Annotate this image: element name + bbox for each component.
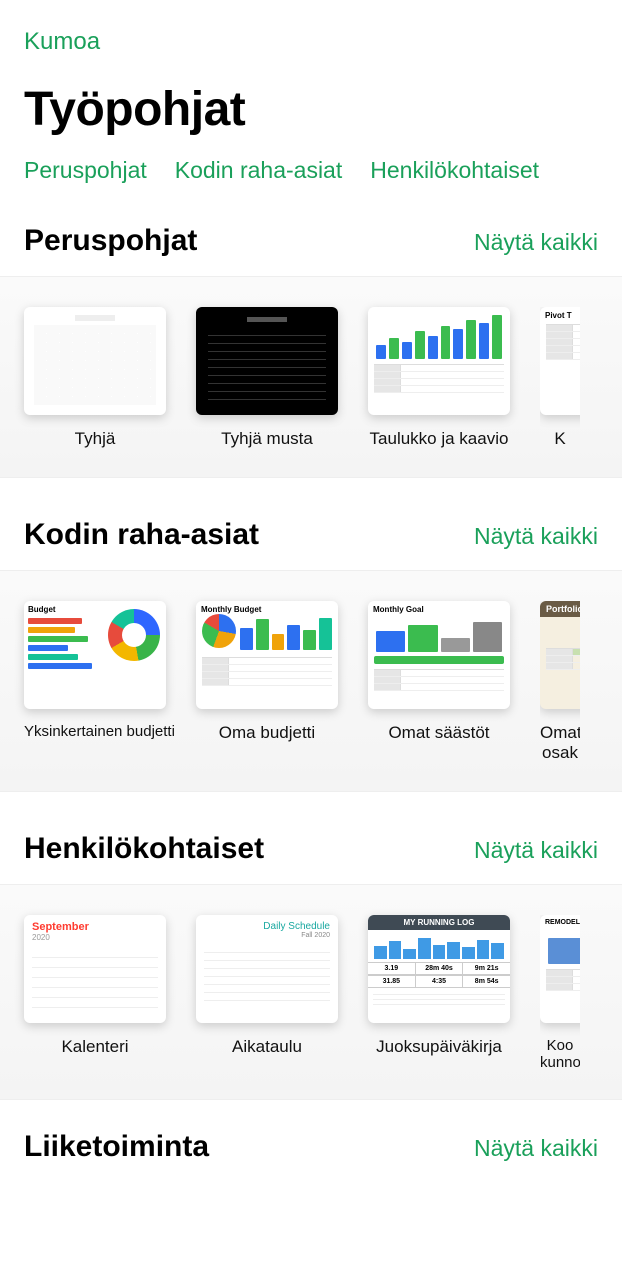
template-label: Kalenteri <box>24 1037 166 1057</box>
template-calendar[interactable]: September 2020 Kalenteri <box>24 915 166 1071</box>
tab-kodin-raha-asiat[interactable]: Kodin raha-asiat <box>175 157 343 184</box>
tab-peruspohjat[interactable]: Peruspohjat <box>24 157 147 184</box>
thumbnail-value: $143,541.32 <box>540 617 580 640</box>
thumbnail-month: September <box>32 921 158 933</box>
template-label: Omat osak <box>540 723 580 763</box>
template-label: Taulukko ja kaavio <box>368 429 510 449</box>
cancel-button[interactable]: Kumoa <box>24 28 598 56</box>
stat: 3.19 <box>368 963 416 974</box>
template-label: Juoksupäiväkirja <box>368 1037 510 1057</box>
thumbnail-title: Budget <box>28 605 95 614</box>
template-row[interactable]: September 2020 Kalenteri Daily Schedule … <box>0 884 622 1100</box>
thumbnail-title: Daily Schedule <box>204 921 330 932</box>
thumbnail-title: REMODEL : PROJECT BU <box>540 915 580 926</box>
tab-henkilokohtaiset[interactable]: Henkilökohtaiset <box>370 157 539 184</box>
stat: 31.85 <box>368 976 416 987</box>
template-monthly-budget[interactable]: Monthly Budget Oma budjetti <box>196 601 338 763</box>
template-pivot[interactable]: Pivot T K <box>540 307 580 449</box>
thumbnail-title: MY RUNNING LOG <box>368 915 510 930</box>
thumbnail-year: 2020 <box>32 933 158 942</box>
stat: 4:35 <box>416 976 464 987</box>
thumbnail-subtitle: Fall 2020 <box>204 932 330 939</box>
template-blank-black[interactable]: Tyhjä musta <box>196 307 338 449</box>
template-label: Tyhjä musta <box>196 429 338 449</box>
thumbnail-title: Portfolio <box>540 601 580 617</box>
template-blank[interactable]: Tyhjä <box>24 307 166 449</box>
stat: 8m 54s <box>463 976 510 987</box>
template-label: K <box>540 429 580 449</box>
section-title: Henkilökohtaiset <box>24 832 264 866</box>
template-thumbnail: Monthly Goal <box>368 601 510 709</box>
template-label: Oma budjetti <box>196 723 338 743</box>
template-thumbnail: REMODEL : PROJECT BU <box>540 915 580 1023</box>
show-all-button[interactable]: Näytä kaikki <box>474 523 598 550</box>
show-all-button[interactable]: Näytä kaikki <box>474 837 598 864</box>
template-running-log[interactable]: MY RUNNING LOG 3.19 28m 40s 9m 21s 31.85… <box>368 915 510 1071</box>
template-label: Tyhjä <box>24 429 166 449</box>
thumbnail-title: Pivot T <box>540 307 580 320</box>
template-monthly-goal[interactable]: Monthly Goal Omat säästöt <box>368 601 510 763</box>
stat: 28m 40s <box>416 963 464 974</box>
section-title: Kodin raha-asiat <box>24 518 259 552</box>
page-title: Työpohjat <box>24 82 598 137</box>
template-thumbnail: Portfolio $143,541.32 <box>540 601 580 709</box>
section-kodin-raha-asiat: Kodin raha-asiat Näytä kaikki Budget <box>0 518 622 792</box>
template-simple-budget[interactable]: Budget Yksinkertainen budjetti <box>24 601 166 763</box>
thumbnail-title: Monthly Goal <box>368 601 510 614</box>
section-peruspohjat: Peruspohjat Näytä kaikki Tyhjä Tyhjä mus… <box>0 224 622 478</box>
template-remodel[interactable]: REMODEL : PROJECT BU Koo kunno <box>540 915 580 1071</box>
show-all-button[interactable]: Näytä kaikki <box>474 229 598 256</box>
category-tabs: Peruspohjat Kodin raha-asiat Henkilökoht… <box>24 157 598 184</box>
template-thumbnail: Pivot T <box>540 307 580 415</box>
template-thumbnail: September 2020 <box>24 915 166 1023</box>
template-thumbnail: Daily Schedule Fall 2020 <box>196 915 338 1023</box>
template-label: Yksinkertainen budjetti <box>24 723 166 740</box>
section-title: Liiketoiminta <box>24 1130 209 1164</box>
show-all-button[interactable]: Näytä kaikki <box>474 1135 598 1162</box>
template-row[interactable]: Budget Yksinkertainen budjetti Monthly B… <box>0 570 622 792</box>
template-table-chart[interactable]: Taulukko ja kaavio <box>368 307 510 449</box>
template-thumbnail <box>196 307 338 415</box>
template-thumbnail: Budget <box>24 601 166 709</box>
template-thumbnail <box>368 307 510 415</box>
template-schedule[interactable]: Daily Schedule Fall 2020 Aikataulu <box>196 915 338 1071</box>
template-thumbnail <box>24 307 166 415</box>
template-label: Koo kunno <box>540 1037 580 1071</box>
section-title: Peruspohjat <box>24 224 197 258</box>
template-portfolio[interactable]: Portfolio $143,541.32 Omat osak <box>540 601 580 763</box>
template-label: Aikataulu <box>196 1037 338 1057</box>
template-label: Omat säästöt <box>368 723 510 743</box>
section-henkilokohtaiset: Henkilökohtaiset Näytä kaikki September … <box>0 832 622 1100</box>
template-thumbnail: Monthly Budget <box>196 601 338 709</box>
section-liiketoiminta: Liiketoiminta Näytä kaikki <box>0 1130 622 1164</box>
template-thumbnail: MY RUNNING LOG 3.19 28m 40s 9m 21s 31.85… <box>368 915 510 1023</box>
stat: 9m 21s <box>463 963 510 974</box>
template-row[interactable]: Tyhjä Tyhjä musta Taulukko ja kaavio <box>0 276 622 478</box>
thumbnail-title: Monthly Budget <box>196 601 338 614</box>
